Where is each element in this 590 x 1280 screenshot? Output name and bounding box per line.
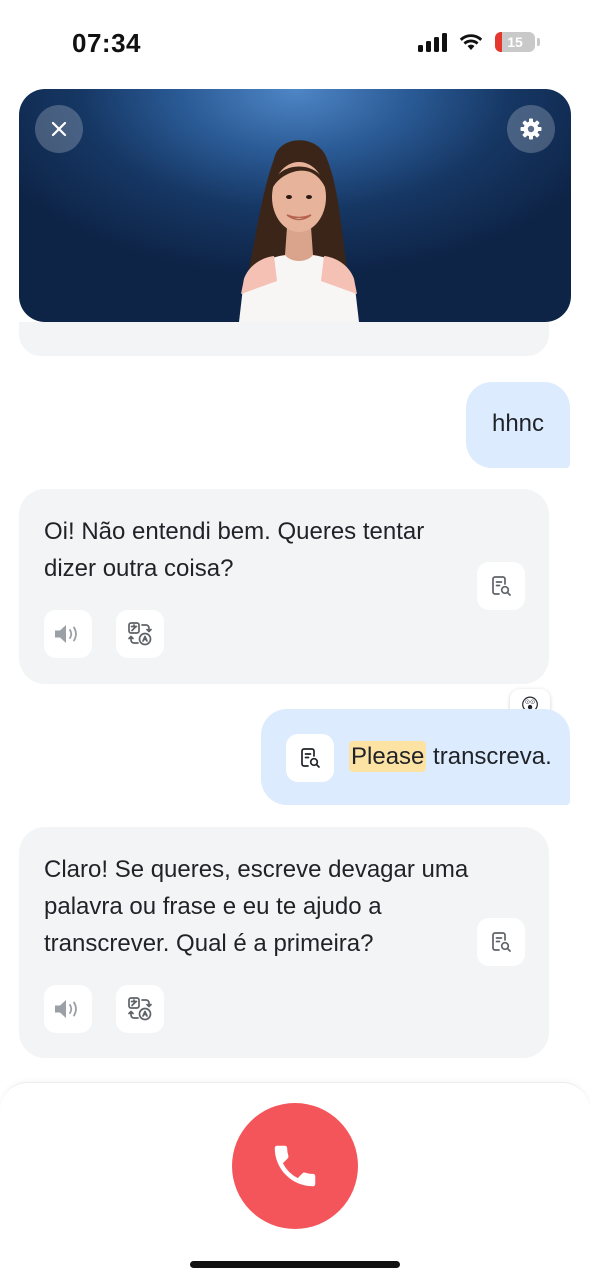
transcript-button[interactable] — [477, 918, 525, 966]
phone-hangup-icon — [274, 1145, 316, 1187]
call-controls — [0, 1082, 590, 1280]
avatar — [239, 140, 359, 322]
assistant-message-text: Claro! Se queres, escreve devagar uma pa… — [44, 856, 469, 957]
battery-level: 15 — [507, 34, 523, 50]
speaker-button[interactable] — [44, 985, 92, 1033]
status-time: 07:34 — [72, 28, 141, 58]
translate-icon — [128, 622, 152, 646]
assistant-message-text: Oi! Não entendi bem. Queres tentar dizer… — [44, 518, 425, 582]
speaker-button[interactable] — [44, 610, 92, 658]
transcript-search-icon — [492, 576, 511, 596]
speaker-icon — [55, 625, 77, 643]
end-call-button[interactable] — [232, 1103, 358, 1229]
translate-icon — [128, 997, 152, 1021]
settings-button[interactable] — [507, 105, 555, 153]
transcript-button[interactable] — [286, 734, 334, 782]
previous-message-bubble — [19, 322, 549, 356]
close-button[interactable] — [35, 105, 83, 153]
translate-button[interactable] — [116, 985, 164, 1033]
transcript-search-icon — [492, 932, 511, 952]
signal-icon — [418, 32, 447, 52]
user-message: hhnc — [466, 382, 570, 468]
translate-button[interactable] — [116, 610, 164, 658]
assistant-message: Oi! Não entendi bem. Queres tentar dizer… — [19, 489, 549, 684]
gear-icon — [520, 118, 542, 140]
video-call-panel — [19, 89, 571, 322]
highlighted-word[interactable]: Please — [349, 741, 427, 772]
speaker-icon — [55, 1000, 77, 1018]
battery-icon: 15 — [495, 32, 540, 52]
chat-area[interactable]: hhnc Oi! Não entendi bem. Queres tentar … — [0, 322, 590, 1082]
user-message-text: Please transcreva. — [349, 736, 552, 778]
home-indicator[interactable] — [190, 1261, 400, 1268]
close-icon — [51, 121, 67, 137]
user-message: Please transcreva. — [261, 709, 570, 805]
user-message-text: hhnc — [491, 410, 545, 437]
transcript-button[interactable] — [477, 562, 525, 610]
wifi-icon — [459, 34, 483, 50]
status-icons: 15 — [418, 32, 540, 52]
transcript-search-icon — [301, 748, 320, 768]
status-bar: 07:34 15 — [0, 0, 590, 88]
user-message-rest: transcreva. — [426, 743, 552, 770]
assistant-message: Claro! Se queres, escreve devagar uma pa… — [19, 827, 549, 1058]
